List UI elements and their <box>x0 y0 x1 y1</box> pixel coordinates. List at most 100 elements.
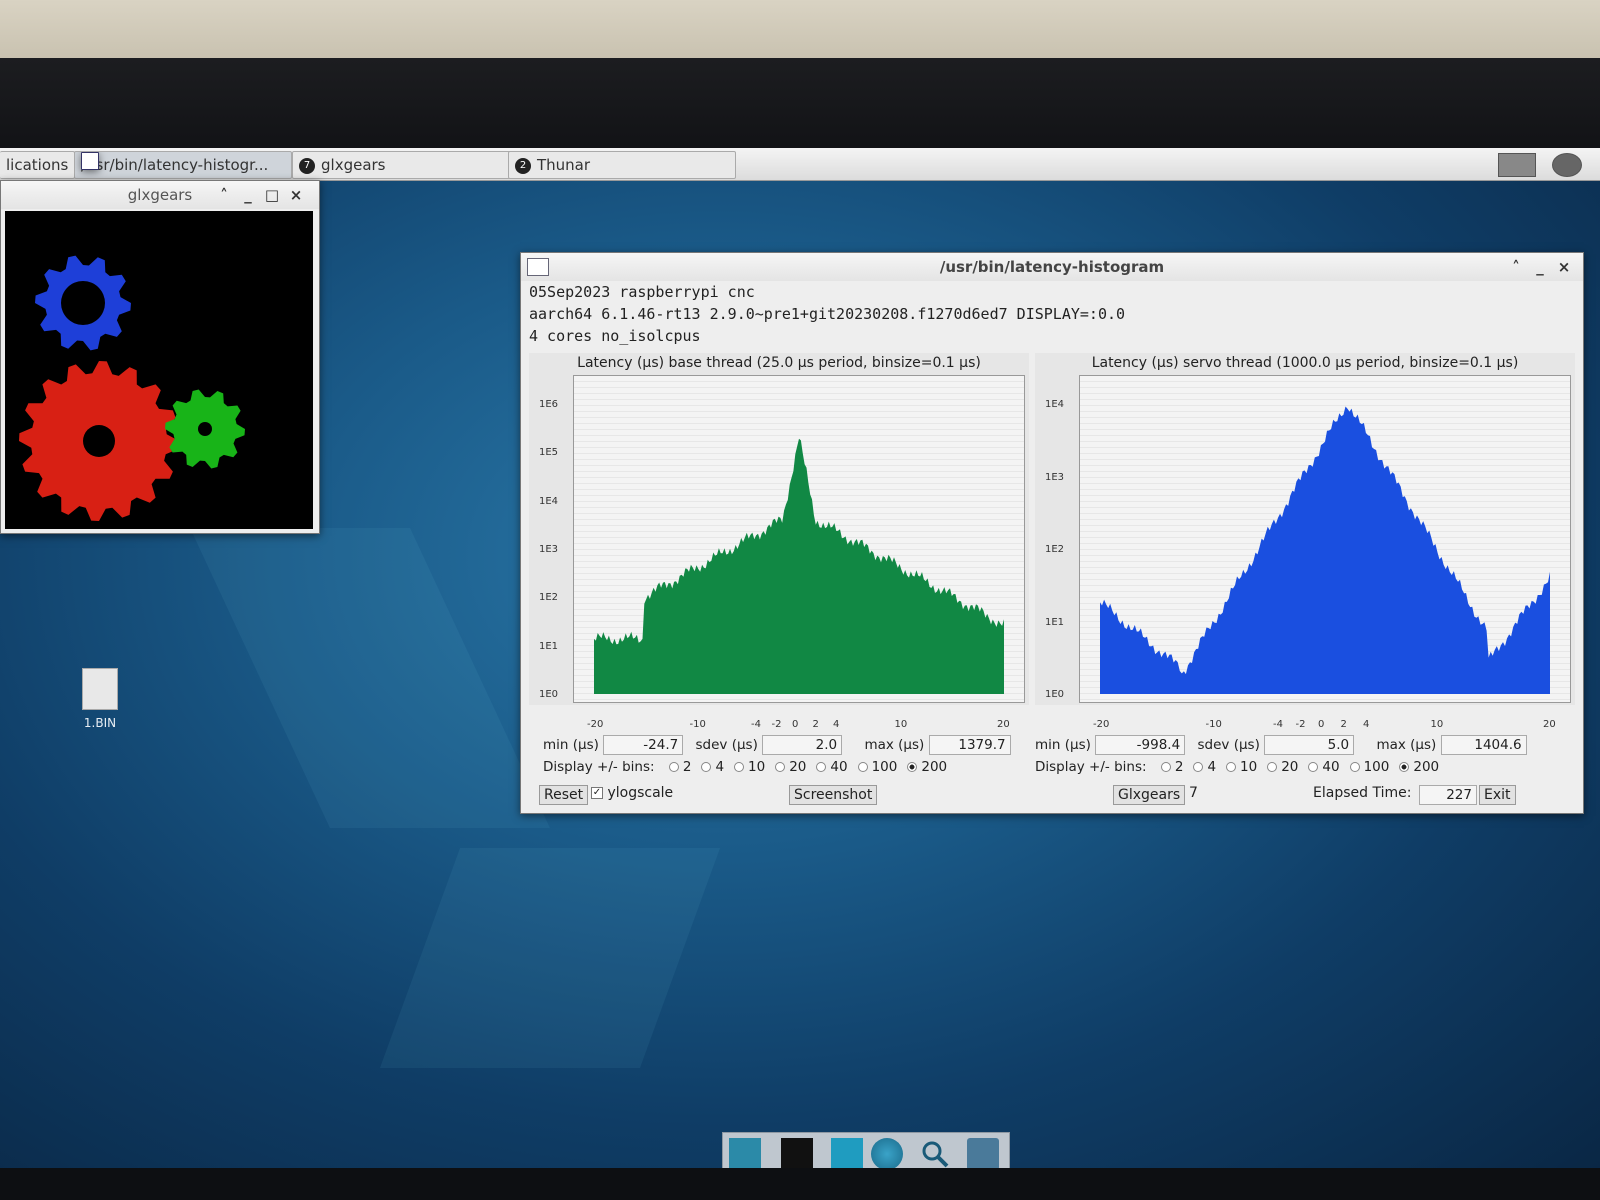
monitor-icon[interactable] <box>1498 153 1536 177</box>
base-thread-panel: Latency (µs) base thread (25.0 µs period… <box>529 353 1029 705</box>
servo-bin-radio-40[interactable] <box>1308 762 1319 772</box>
wallpaper-facet <box>190 528 550 828</box>
app-badge-icon: 7 <box>299 157 315 174</box>
search-icon[interactable] <box>919 1138 951 1168</box>
elapsed-time-value: 227 <box>1419 785 1477 805</box>
servo-bins-label: Display +/- bins: <box>1035 759 1147 775</box>
base-x-tick-label: 0 <box>792 719 799 730</box>
base-y-tick-label: 1E4 <box>539 495 559 507</box>
base-bin-radio-4[interactable] <box>701 762 712 772</box>
shade-button-icon[interactable]: ˄ <box>213 181 235 209</box>
glxgears-window: glxgears ˄ _ □ × <box>0 180 320 534</box>
base-x-tick-label: -20 <box>587 719 604 730</box>
servo-bin-radio-2[interactable] <box>1160 762 1171 772</box>
exit-button[interactable]: Exit <box>1479 785 1516 805</box>
wallpaper-facet <box>379 848 721 1068</box>
latency-histogram-window: /usr/bin/latency-histogram ˄ _ × 05Sep20… <box>520 252 1584 814</box>
servo-bin-radio-200[interactable] <box>1399 762 1410 772</box>
base-histogram-plot <box>573 375 1025 703</box>
latency-titlebar[interactable]: /usr/bin/latency-histogram ˄ _ × <box>521 253 1583 281</box>
base-histogram-svg <box>594 438 1004 694</box>
reset-button[interactable]: Reset <box>539 785 589 805</box>
ylogscale-checkbox[interactable]: ✓ ylogscale <box>591 785 673 801</box>
servo-x-tick-label: 20 <box>1543 719 1556 730</box>
base-bin-label: 20 <box>789 759 807 775</box>
task-glxgears[interactable]: 7 glxgears <box>292 151 514 179</box>
servo-min-value: -998.4 <box>1095 735 1186 755</box>
desktop-icon-label: 1.BIN <box>83 716 117 730</box>
base-bin-radio-20[interactable] <box>775 762 786 772</box>
minimize-button-icon[interactable]: _ <box>1529 253 1551 281</box>
base-x-tick-label: -10 <box>689 719 706 730</box>
base-y-tick-label: 1E1 <box>539 640 559 652</box>
base-min-value: -24.7 <box>603 735 684 755</box>
window-icon <box>81 152 99 170</box>
web-browser-icon[interactable] <box>871 1138 903 1168</box>
task-latency-histogram[interactable]: /usr/bin/latency-histogr... <box>74 151 292 179</box>
base-bin-radio-200[interactable] <box>907 762 918 772</box>
servo-x-tick-label: -10 <box>1205 719 1222 730</box>
servo-bin-radio-4[interactable] <box>1193 762 1204 772</box>
task-thunar[interactable]: 2 Thunar <box>508 151 736 179</box>
glxgears-titlebar[interactable]: glxgears ˄ _ □ × <box>1 181 319 209</box>
gear-hole <box>83 425 115 457</box>
servo-y-tick-label: 1E4 <box>1045 399 1065 410</box>
base-bin-radio-40[interactable] <box>816 762 827 772</box>
servo-x-tick-label: 0 <box>1318 719 1325 730</box>
task-label: glxgears <box>321 156 386 174</box>
close-button-icon[interactable]: × <box>285 181 307 209</box>
window-menu-icon[interactable] <box>527 258 549 276</box>
base-bin-radio-10[interactable] <box>734 762 745 772</box>
desktop-icon[interactable] <box>729 1138 761 1168</box>
servo-bin-label: 20 <box>1281 759 1299 775</box>
desktop-file-icon[interactable]: 1.BIN <box>68 668 132 730</box>
applications-menu-label: lications <box>6 156 69 174</box>
servo-x-tick-label: -20 <box>1093 719 1110 730</box>
base-x-tick-label: 2 <box>812 719 819 730</box>
servo-bin-radio-100[interactable] <box>1349 762 1360 772</box>
servo-x-tick-label: -2 <box>1295 719 1306 730</box>
blue-gear <box>35 255 131 351</box>
servo-y-tick-label: 1E3 <box>1045 471 1065 483</box>
base-bin-label: 200 <box>921 759 948 775</box>
servo-bin-label: 4 <box>1207 759 1217 775</box>
base-thread-title: Latency (µs) base thread (25.0 µs period… <box>577 355 981 371</box>
info-system: aarch64 6.1.46-rt13 2.9.0~pre1+git202302… <box>529 305 1126 323</box>
system-tray <box>1498 151 1588 177</box>
minimize-button-icon[interactable]: _ <box>237 181 259 209</box>
base-bin-label: 10 <box>748 759 766 775</box>
maximize-button-icon[interactable]: □ <box>261 181 283 209</box>
base-y-tick-label: 1E5 <box>539 447 559 459</box>
monitor-bezel <box>0 58 1600 148</box>
base-bin-radio-2[interactable] <box>668 762 679 772</box>
base-y-tick-label: 1E3 <box>539 544 559 555</box>
elapsed-time-label: Elapsed Time: <box>1313 785 1412 801</box>
base-histogram-area <box>594 438 1004 694</box>
base-bin-label: 4 <box>715 759 725 775</box>
servo-y-tick-label: 1E0 <box>1045 689 1065 700</box>
servo-thread-panel: Latency (µs) servo thread (1000.0 µs per… <box>1035 353 1575 705</box>
glxgears-canvas[interactable] <box>5 211 313 529</box>
shade-button-icon[interactable]: ˄ <box>1505 253 1527 281</box>
servo-x-tick-label: 4 <box>1363 719 1370 730</box>
file-manager-icon[interactable] <box>831 1138 863 1168</box>
servo-bin-label: 40 <box>1322 759 1340 775</box>
servo-bin-radio-10[interactable] <box>1226 762 1237 772</box>
servo-bin-label: 2 <box>1174 759 1184 775</box>
servo-sdev-value: 5.0 <box>1264 735 1355 755</box>
close-button-icon[interactable]: × <box>1553 253 1575 281</box>
base-bin-radio-100[interactable] <box>857 762 868 772</box>
servo-histogram-svg <box>1100 406 1550 694</box>
base-min-label: min (µs) <box>543 737 599 753</box>
window-title: /usr/bin/latency-histogram <box>939 258 1165 276</box>
applications-menu[interactable]: lications <box>0 151 75 179</box>
servo-y-tick-label: 1E1 <box>1045 616 1065 628</box>
servo-bin-radio-20[interactable] <box>1267 762 1278 772</box>
base-bin-label: 40 <box>830 759 848 775</box>
screenshot-button[interactable]: Screenshot <box>789 785 878 805</box>
glxgears-button[interactable]: Glxgears <box>1113 785 1186 805</box>
folder-icon[interactable] <box>967 1138 999 1168</box>
network-icon[interactable] <box>1552 153 1582 177</box>
terminal-icon[interactable] <box>781 1138 813 1168</box>
bottom-toolbar: Reset ✓ ylogscale Screenshot Glxgears 7 … <box>539 785 1579 807</box>
